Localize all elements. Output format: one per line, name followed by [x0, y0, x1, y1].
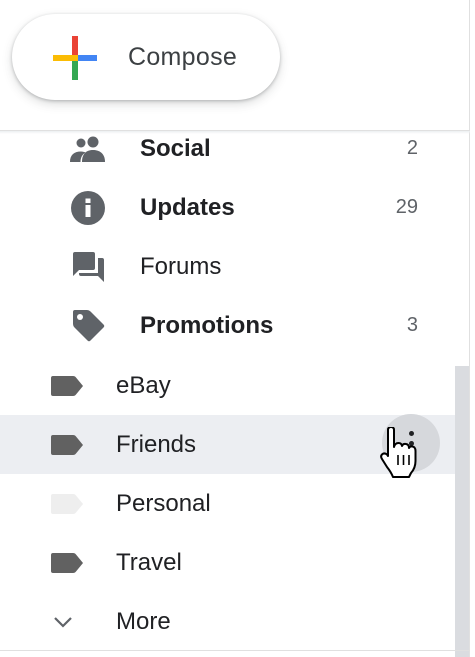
hand-cursor-icon	[380, 427, 417, 478]
bottom-divider	[0, 650, 470, 651]
forum-icon	[70, 237, 106, 296]
tag-icon	[70, 296, 106, 355]
label-personal[interactable]: Personal	[0, 474, 455, 533]
label-icon	[50, 533, 84, 592]
more-button[interactable]: More	[0, 592, 455, 651]
more-label: More	[116, 608, 171, 635]
category-label: Forums	[140, 253, 222, 280]
plus-icon	[53, 36, 97, 80]
people-icon	[70, 119, 106, 178]
label-icon	[50, 415, 84, 474]
compose-button[interactable]: Compose	[12, 14, 280, 100]
compose-label: Compose	[128, 43, 238, 71]
category-promotions[interactable]: Promotions 3	[0, 296, 455, 355]
unread-count: 29	[395, 196, 418, 218]
info-icon	[70, 178, 106, 237]
category-label: Updates	[140, 194, 235, 221]
category-label: Promotions	[140, 312, 274, 339]
category-updates[interactable]: Updates 29	[0, 178, 455, 237]
category-social[interactable]: Social 2	[0, 119, 455, 178]
scrollbar[interactable]	[455, 366, 469, 657]
label-icon	[50, 356, 84, 415]
category-label: Social	[140, 135, 211, 162]
unread-count: 2	[406, 137, 418, 159]
label-travel[interactable]: Travel	[0, 533, 455, 592]
right-border	[469, 0, 470, 657]
label-name: Friends	[116, 431, 197, 458]
label-name: Travel	[116, 549, 182, 576]
unread-count: 3	[406, 314, 418, 336]
label-name: Personal	[116, 490, 211, 517]
label-name: eBay	[116, 372, 171, 399]
label-icon	[50, 474, 84, 533]
label-ebay[interactable]: eBay	[0, 356, 455, 415]
chevron-down-icon	[50, 592, 76, 651]
category-forums[interactable]: Forums	[0, 237, 455, 296]
